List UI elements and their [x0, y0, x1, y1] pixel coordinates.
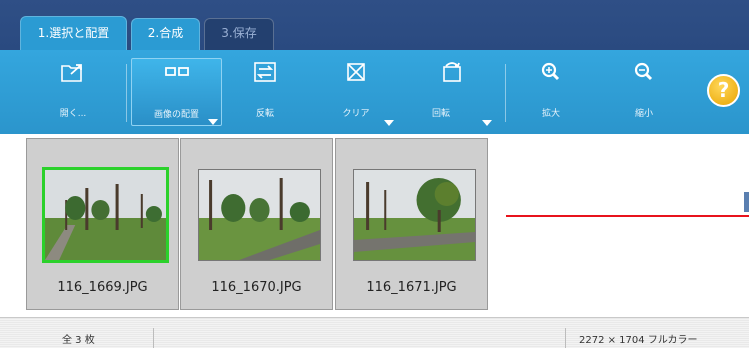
- park-photo-thumbnail: [42, 167, 169, 263]
- rotate-button[interactable]: 回転: [404, 50, 500, 134]
- help-button[interactable]: ?: [707, 74, 740, 107]
- thumbnail-filename: 116_1671.JPG: [366, 280, 457, 295]
- open-label: 開く...: [59, 109, 87, 119]
- status-divider: [565, 328, 566, 348]
- toolbar-divider: [126, 64, 127, 122]
- zoom-out-label: 縮小: [634, 109, 653, 119]
- flip-button[interactable]: 反転: [228, 50, 302, 134]
- tab-save[interactable]: 3.保存: [204, 18, 274, 50]
- thumbnail-filename: 116_1670.JPG: [211, 280, 302, 295]
- open-folder-icon: [61, 64, 82, 82]
- thumbnail-116-1669[interactable]: 116_1669.JPG: [26, 138, 179, 310]
- toolbar-divider: [505, 64, 506, 122]
- image-list-area: 116_1669.JPG 116_1670.JPG 116_1671.JPG: [0, 134, 749, 317]
- zoom-in-button[interactable]: 拡大: [513, 50, 589, 134]
- zoom-out-button[interactable]: 縮小: [606, 50, 682, 134]
- clear-button[interactable]: クリア: [316, 50, 396, 134]
- thumbnail-strip: 116_1669.JPG 116_1670.JPG 116_1671.JPG: [20, 138, 492, 310]
- status-bar: 全 3 枚 2272 × 1704 フルカラー: [0, 317, 749, 348]
- thumbnail-116-1670[interactable]: 116_1670.JPG: [180, 138, 333, 310]
- clear-label: クリア: [342, 109, 370, 119]
- rotate-icon: [443, 62, 461, 82]
- image-count: 全 3 枚: [62, 335, 95, 346]
- zoom-out-icon: [634, 62, 653, 81]
- tab-bar: 1.選択と配置 2.合成 3.保存: [0, 0, 749, 50]
- image-layout-button[interactable]: 画像の配置: [131, 58, 222, 126]
- scroll-edge-indicator: [744, 192, 749, 212]
- chevron-down-icon[interactable]: [208, 119, 218, 125]
- layout-icon: [164, 67, 189, 76]
- tab-select-and-layout[interactable]: 1.選択と配置: [20, 16, 127, 50]
- flip-label: 反転: [255, 109, 274, 119]
- chevron-down-icon[interactable]: [384, 120, 394, 126]
- tab-compose[interactable]: 2.合成: [131, 18, 200, 50]
- zoom-in-label: 拡大: [541, 109, 560, 119]
- park-photo-thumbnail: [198, 169, 321, 261]
- thumbnail-116-1671[interactable]: 116_1671.JPG: [335, 138, 488, 310]
- toolbar: 開く... 画像の配置 反転 クリア 回転 拡大 縮小 ?: [0, 50, 749, 134]
- image-info: 2272 × 1704 フルカラー: [579, 335, 698, 346]
- thumbnail-filename: 116_1669.JPG: [57, 280, 148, 295]
- chevron-down-icon[interactable]: [482, 120, 492, 126]
- rotate-label: 回転: [431, 109, 450, 119]
- clear-icon: [347, 63, 365, 81]
- flip-icon: [254, 62, 276, 82]
- park-photo-thumbnail: [353, 169, 476, 261]
- status-divider: [153, 328, 154, 348]
- zoom-in-icon: [541, 62, 560, 81]
- open-button[interactable]: 開く...: [36, 50, 110, 134]
- guide-line: [506, 215, 749, 217]
